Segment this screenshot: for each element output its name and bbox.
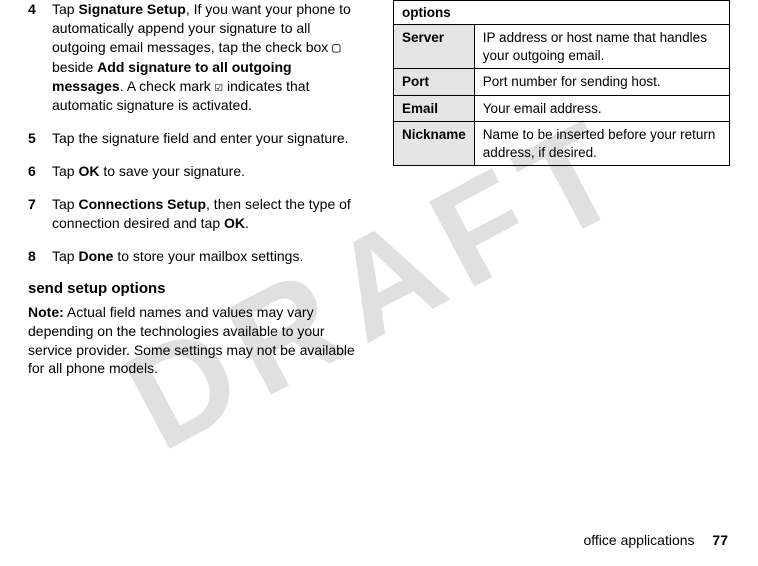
step-body: Tap the signature field and enter your s… <box>52 129 365 148</box>
step-8: 8 Tap Done to store your mailbox setting… <box>28 247 365 266</box>
bold-label: Connections Setup <box>78 196 206 212</box>
note-paragraph: Note: Actual field names and values may … <box>28 303 365 379</box>
footer-text: office applications <box>583 532 694 548</box>
text: to store your mailbox settings. <box>113 248 303 264</box>
option-desc: Port number for sending host. <box>474 69 729 96</box>
options-table: options Server IP address or host name t… <box>393 0 730 166</box>
table-row: Email Your email address. <box>394 95 730 122</box>
checkbox-checked-icon: ☑ <box>215 79 223 95</box>
text: . A check mark <box>120 78 215 94</box>
text: Tap <box>52 196 78 212</box>
page-number: 77 <box>712 532 728 548</box>
step-body: Tap Done to store your mailbox settings. <box>52 247 365 266</box>
step-number: 4 <box>28 0 52 115</box>
bold-label: OK <box>224 215 245 231</box>
option-label: Port <box>394 69 475 96</box>
step-number: 5 <box>28 129 52 148</box>
checkbox-empty-icon: ▢ <box>332 40 340 56</box>
table-row: Nickname Name to be inserted before your… <box>394 122 730 166</box>
step-number: 7 <box>28 195 52 233</box>
option-label: Email <box>394 95 475 122</box>
option-desc: Your email address. <box>474 95 729 122</box>
option-label: Nickname <box>394 122 475 166</box>
text: beside <box>52 59 97 75</box>
step-7: 7 Tap Connections Setup, then select the… <box>28 195 365 233</box>
bold-label: OK <box>78 163 99 179</box>
note-text: Actual field names and values may vary d… <box>28 304 355 377</box>
step-6: 6 Tap OK to save your signature. <box>28 162 365 181</box>
section-heading: send setup options <box>28 280 365 297</box>
option-desc: Name to be inserted before your return a… <box>474 122 729 166</box>
step-5: 5 Tap the signature field and enter your… <box>28 129 365 148</box>
bold-label: Signature Setup <box>78 1 185 17</box>
table-row: Port Port number for sending host. <box>394 69 730 96</box>
option-label: Server <box>394 25 475 69</box>
text: Tap <box>52 1 78 17</box>
step-body: Tap OK to save your signature. <box>52 162 365 181</box>
step-number: 8 <box>28 247 52 266</box>
options-header: options <box>394 1 730 25</box>
text: Tap <box>52 248 78 264</box>
right-column: options Server IP address or host name t… <box>379 0 730 378</box>
bold-label: Done <box>78 248 113 264</box>
page-footer: office applications 77 <box>583 532 728 548</box>
text: to save your signature. <box>99 163 245 179</box>
step-body: Tap Connections Setup, then select the t… <box>52 195 365 233</box>
step-number: 6 <box>28 162 52 181</box>
table-header-row: options <box>394 1 730 25</box>
note-label: Note: <box>28 304 64 320</box>
step-body: Tap Signature Setup, If you want your ph… <box>52 0 365 115</box>
left-column: 4 Tap Signature Setup, If you want your … <box>28 0 379 378</box>
table-row: Server IP address or host name that hand… <box>394 25 730 69</box>
text: . <box>245 215 249 231</box>
option-desc: IP address or host name that handles you… <box>474 25 729 69</box>
step-4: 4 Tap Signature Setup, If you want your … <box>28 0 365 115</box>
text: Tap <box>52 163 78 179</box>
